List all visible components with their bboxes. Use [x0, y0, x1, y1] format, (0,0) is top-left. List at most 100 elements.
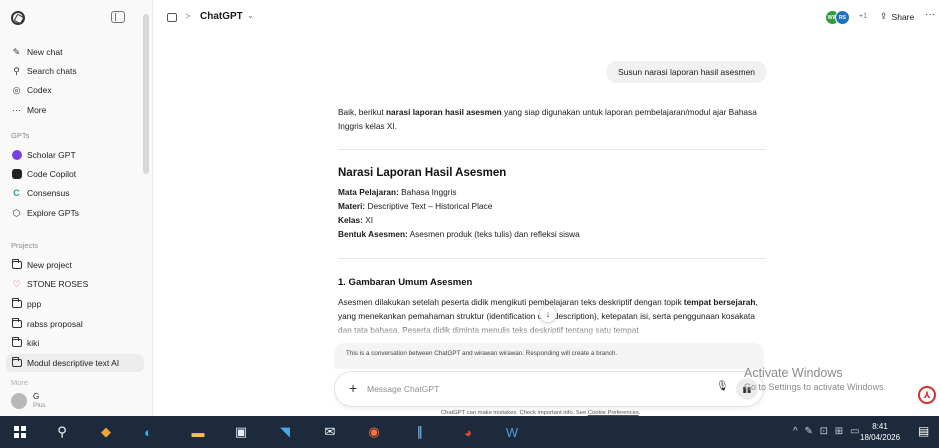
chevron-down-icon[interactable]: ⌄ — [247, 11, 254, 20]
sidebar-item-new-chat[interactable]: ✎ New chat — [11, 43, 137, 61]
app-icon[interactable]: ◥ — [275, 422, 295, 442]
meta-label: Mata Pelajaran: — [338, 187, 399, 197]
participant-count: +1 — [859, 13, 867, 20]
sidebar-item-more[interactable]: ··· More — [11, 101, 137, 119]
breadcrumb-separator: > — [185, 11, 191, 21]
chrome-icon[interactable]: ◕ — [458, 422, 478, 442]
sidebar-item-code-copilot[interactable]: Code Copilot — [11, 165, 137, 183]
report-heading: Narasi Laporan Hasil Asesmen — [338, 167, 507, 179]
watermark-line-1: Activate Windows — [744, 366, 843, 380]
branch-notice: This is a conversation between ChatGPT a… — [334, 343, 764, 369]
share-label: Share — [891, 11, 915, 22]
intro-bold-text: narasi laporan hasil asesmen — [385, 107, 502, 117]
message-composer[interactable]: + 🎙 ▮▮ — [334, 371, 764, 407]
header: > ChatGPT ⌄ WW RS +1 ⇪ Share ··· — [153, 0, 939, 36]
sidebar-item-explore-gpts[interactable]: ⬡ Explore GPTs — [11, 204, 137, 222]
meta-value: Bahasa Inggris — [398, 187, 457, 197]
sidebar-item-label: rabss proposal — [27, 319, 83, 329]
meta-label: Bentuk Asesmen: — [338, 229, 408, 239]
sidebar-item-label: Scholar GPT — [27, 150, 76, 160]
section-text: Asesmen dilakukan setelah peserta didik … — [338, 297, 684, 307]
sidebar-item-label: ppp — [27, 299, 42, 309]
sidebar-item-scholar-gpt[interactable]: Scholar GPT — [11, 146, 137, 164]
share-button[interactable]: ⇪ Share — [880, 11, 914, 22]
clock-date: 18/04/2026 — [860, 433, 901, 442]
meta-label: Kelas: — [338, 215, 363, 225]
sidebar-item-codex[interactable]: ◎ Codex — [11, 81, 137, 99]
sidebar-item-kiki[interactable]: kiki — [11, 334, 137, 352]
sidebar-item-label: Codex — [27, 85, 52, 95]
share-icon: ⇪ — [880, 11, 888, 21]
participant-avatar: RS — [835, 10, 850, 25]
heart-icon: ♡ — [12, 278, 21, 289]
meta-value: Descriptive Text – Historical Place — [365, 201, 493, 211]
user-menu[interactable]: G Plus — [11, 392, 46, 410]
sidebar-item-modul-descriptive-text-ai[interactable]: Modul descriptive text AI — [6, 354, 144, 372]
sidebar-item-label: kiki — [27, 338, 40, 348]
explore-gpts-icon: ⬡ — [12, 207, 21, 218]
sidebar-scrollbar[interactable] — [143, 14, 149, 174]
model-selector-title[interactable]: ChatGPT — [200, 11, 243, 22]
codex-icon: ◎ — [12, 84, 21, 95]
sidebar: ✎ New chat ⚲ Search chats ◎ Codex ··· Mo… — [0, 0, 153, 416]
notification-icon[interactable]: ▤ — [918, 424, 929, 438]
folder-icon — [11, 298, 22, 310]
sidebar-item-search-chats[interactable]: ⚲ Search chats — [11, 62, 137, 80]
app-icon[interactable]: ◆ — [96, 422, 116, 442]
search-icon: ⚲ — [13, 65, 20, 76]
edit-icon: ✎ — [12, 46, 21, 57]
meta-row: Kelas: XI — [338, 215, 373, 225]
folder-icon — [11, 357, 22, 369]
sidebar-top — [0, 0, 153, 36]
sidebar-item-ppp[interactable]: ppp — [11, 295, 137, 313]
scroll-down-icon[interactable]: ↓ — [539, 305, 557, 323]
pdf-reader-icon[interactable]: ⅄ — [918, 386, 936, 404]
windows-start-icon[interactable] — [14, 426, 26, 438]
sidebar-item-label: Explore GPTs — [27, 208, 79, 218]
file-explorer-icon[interactable]: ▬ — [188, 422, 208, 442]
user-plan: Plus — [33, 402, 46, 409]
more-options-button[interactable]: ··· — [925, 9, 935, 20]
sidebar-item-stone-roses[interactable]: ♡ STONE ROSES — [11, 275, 137, 293]
user-message-bubble: Susun narasi laporan hasil asesmen — [606, 61, 768, 83]
sidebar-item-label: New project — [27, 260, 72, 270]
assistant-intro: Baik, berikut narasi laporan hasil asesm… — [338, 105, 768, 133]
participants[interactable]: WW RS — [825, 10, 850, 25]
meta-row: Materi: Descriptive Text – Historical Pl… — [338, 201, 492, 211]
store-icon[interactable]: ▣ — [231, 422, 251, 442]
sidebar-more-link[interactable]: More — [11, 378, 28, 387]
meta-value: XI — [362, 215, 374, 225]
plus-icon[interactable]: + — [349, 380, 357, 396]
more-icon: ··· — [12, 105, 21, 115]
taskbar-clock[interactable]: 8:41 18/04/2026 — [860, 421, 900, 443]
sidebar-toggle-icon[interactable] — [111, 11, 125, 23]
mail-icon[interactable]: ✉ — [320, 422, 340, 442]
search-icon[interactable]: ⚲ — [52, 422, 72, 442]
taskbar: ⚲ ◆ ◐ ▬ ▣ ◥ ✉ ◉ ∥ ◕ W ^ ✎ ⊡ ⊞ ▭ 8:41 18/… — [0, 416, 939, 448]
firefox-icon[interactable]: ◉ — [364, 422, 384, 442]
project-folder-icon[interactable] — [167, 13, 177, 22]
system-tray-icons[interactable]: ^ ✎ ⊡ ⊞ ▭ — [793, 426, 861, 437]
new-project-icon — [11, 259, 22, 271]
app-icon[interactable]: ∥ — [410, 422, 430, 442]
content-fade — [338, 326, 768, 338]
folder-icon — [11, 337, 22, 349]
sidebar-item-label: Code Copilot — [27, 169, 77, 179]
meta-row: Bentuk Asesmen: Asesmen produk (teks tul… — [338, 229, 580, 239]
divider — [338, 149, 766, 150]
sidebar-item-consensus[interactable]: C Consensus — [11, 184, 137, 202]
clock-time: 8:41 — [872, 422, 888, 431]
sidebar-item-label: New chat — [27, 47, 63, 57]
word-icon[interactable]: W — [502, 422, 522, 442]
edge-icon[interactable]: ◐ — [138, 422, 158, 442]
sidebar-item-rabss-proposal[interactable]: rabss proposal — [11, 315, 137, 333]
avatar — [11, 393, 27, 409]
openai-logo-icon[interactable] — [11, 11, 25, 25]
gpts-heading: GPTs — [11, 131, 30, 140]
sidebar-item-new-project[interactable]: New project — [11, 256, 137, 274]
consensus-icon: C — [13, 188, 20, 198]
message-input[interactable] — [367, 382, 627, 396]
folder-icon — [11, 318, 22, 330]
watermark-line-2: Go to Settings to activate Windows. — [744, 382, 887, 392]
microphone-icon[interactable]: 🎙 — [716, 381, 729, 392]
